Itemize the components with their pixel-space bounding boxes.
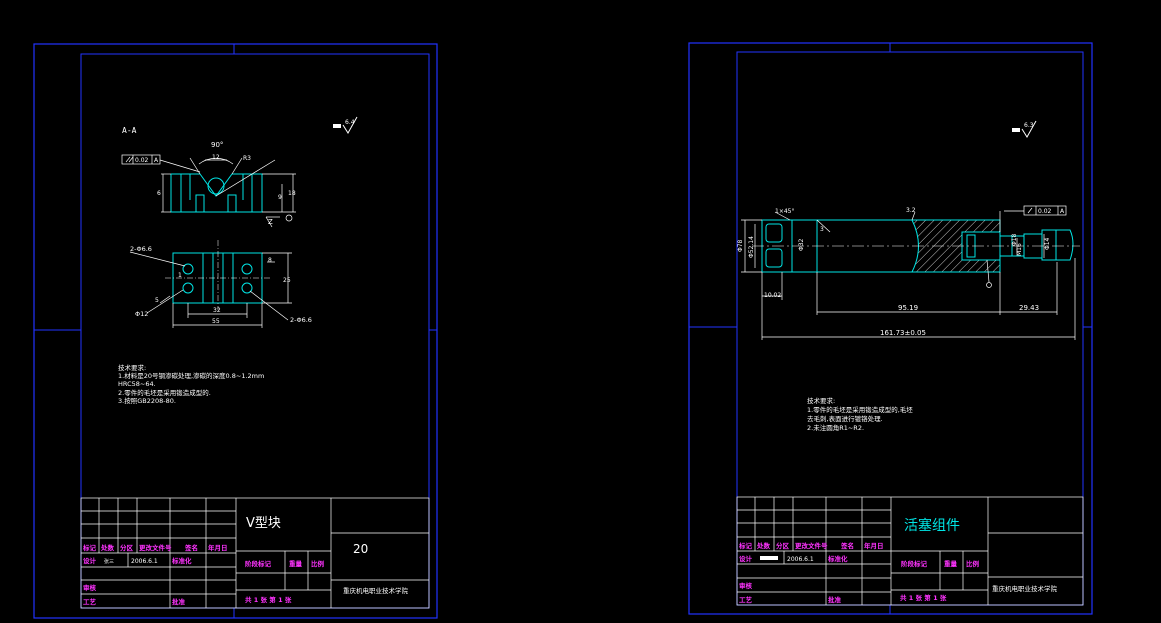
review-label: 审核: [739, 581, 753, 590]
dim-29: 29.43: [1019, 304, 1039, 312]
hole-label-bottom: 2-Φ6.6: [290, 316, 312, 324]
approve-label: 批准: [828, 595, 842, 604]
dim-10: 10.02: [764, 292, 781, 299]
dim-3: 3: [820, 226, 824, 233]
rev-label: 处数: [100, 543, 115, 552]
sheet-piston-assembly: 6.3 1×45° 3.2 3 Φ78 Φ52.14 Φ32 Φ18 M16 Φ…: [688, 42, 1093, 615]
datum-circle-icon: [285, 214, 293, 222]
tolerance-frame: [1004, 205, 1067, 216]
dim-phi52: Φ52.14: [748, 236, 755, 258]
review-label: 审核: [83, 583, 97, 592]
cad-viewport[interactable]: A-A 6.4 90° 12 R3 6 9 18 Z 0.02 A 2-Φ6.6…: [0, 0, 1161, 623]
dim-phi14: Φ14: [1044, 237, 1051, 250]
note-line: 1.材料是20号钢渗碳处理,渗碳的深度0.8~1.2mm: [118, 371, 264, 380]
dim-m: M16: [1016, 243, 1023, 256]
stage-mark-label: 阶段标记: [901, 559, 928, 568]
section-label: A-A: [122, 126, 137, 135]
hole-label-top: 2-Φ6.6: [130, 245, 152, 253]
rev-label: 处数: [756, 541, 771, 550]
tolerance-frame: [121, 154, 201, 173]
roughness-value: 6.3: [1024, 122, 1034, 129]
stage-mark-label: 阶段标记: [245, 559, 272, 568]
roughness-symbol-icon: 6.3: [1012, 120, 1037, 138]
v-block-section-view: [170, 173, 263, 213]
note-line: 1.零件的毛坯是采用锻造成型的,毛坯: [807, 405, 913, 414]
sheet-info: 共 1 张 第 1 张: [245, 595, 292, 604]
rev-label: 年月日: [208, 543, 228, 552]
dim-left-6: 6: [157, 190, 161, 197]
dim-total: 161.73±0.05: [880, 329, 926, 337]
standardize-label: 标准化: [827, 554, 848, 563]
scale-label: 比例: [966, 559, 980, 568]
rev-label: 签名: [840, 541, 854, 550]
small-roughness: 3.2: [906, 207, 916, 214]
school-name: 重庆机电职业技术学院: [343, 586, 409, 595]
dim-8: 8: [268, 257, 272, 264]
sheet-info: 共 1 张 第 1 张: [900, 593, 947, 602]
dim-95: 95.19: [898, 304, 918, 312]
design-date: 2006.6.1: [787, 556, 814, 563]
rev-label: 分区: [776, 541, 790, 550]
process-label: 工艺: [83, 597, 97, 606]
angle-dim: 90°: [211, 141, 223, 149]
dim-bottom-z: Z: [268, 218, 273, 226]
standardize-label: 标准化: [171, 556, 192, 565]
dim-12-top: 12: [212, 154, 220, 161]
note-line: 2.未注圆角R1~R2.: [807, 423, 864, 432]
notes-title: 技术要求:: [118, 363, 146, 372]
design-date: 2006.6.1: [131, 558, 158, 565]
dim-5: 5: [155, 297, 159, 304]
dim-phi32: Φ32: [798, 238, 805, 251]
revision-labels: 标记 处数 分区 更改文件号 签名 年月日 设计 标准化 审核 工艺 批准 阶段…: [82, 543, 325, 606]
process-label: 工艺: [739, 595, 753, 604]
dim-phi12: Φ12: [135, 310, 148, 318]
rev-label: 年月日: [864, 541, 884, 550]
dim-32: 32: [213, 307, 221, 314]
note-line: 去毛刺,表面进行镀铬处理.: [807, 414, 883, 423]
rev-label: 更改文件号: [795, 541, 828, 550]
rev-label: 分区: [120, 543, 134, 552]
roughness-symbol-icon: 6.4: [333, 116, 358, 134]
dim-phi78: Φ78: [737, 239, 744, 252]
dim-angle-small: 1: [178, 272, 182, 279]
dim-9: 9: [278, 194, 282, 201]
dim-25: 25: [283, 277, 291, 284]
design-sign-block: [760, 556, 778, 560]
rev-label: 标记: [82, 543, 97, 552]
part-name: 活塞组件: [904, 517, 960, 534]
rev-label: 更改文件号: [139, 543, 172, 552]
tolerance-value: 0.02: [1038, 208, 1052, 215]
notes-title: 技术要求:: [807, 396, 835, 405]
tolerance-value: 0.02: [135, 157, 149, 164]
approve-label: 批准: [172, 597, 186, 606]
datum-circle-icon: [986, 282, 992, 288]
note-line: 3.按照GB2208-80.: [118, 396, 176, 405]
weight-label: 重量: [289, 559, 303, 568]
design-label: 设计: [83, 556, 97, 565]
part-name: V型块: [246, 516, 281, 531]
roughness-value: 6.4: [345, 119, 355, 126]
rev-label: 签名: [184, 543, 198, 552]
design-sign: 张三: [104, 558, 114, 565]
dim-r-top: R3: [243, 155, 251, 162]
datum-letter: A: [154, 157, 159, 164]
scale-label: 比例: [311, 559, 325, 568]
scale-value: 20: [353, 542, 368, 556]
rev-label: 标记: [738, 541, 753, 550]
school-name: 重庆机电职业技术学院: [992, 584, 1058, 593]
weight-label: 重量: [944, 559, 958, 568]
dim-55: 55: [212, 318, 220, 325]
note-line: HRC58~64.: [118, 380, 156, 388]
dim-18: 18: [288, 190, 296, 197]
note-line: 2.零件的毛坯是采用锻造成型的.: [118, 388, 211, 397]
chamfer-label: 1×45°: [775, 208, 794, 215]
datum-letter: A: [1060, 208, 1065, 215]
design-label: 设计: [739, 554, 753, 563]
outer-frame: [33, 43, 438, 619]
shaft-dimensions: [741, 211, 1076, 340]
sheet-v-block: A-A 6.4 90° 12 R3 6 9 18 Z 0.02 A 2-Φ6.6…: [33, 43, 438, 619]
